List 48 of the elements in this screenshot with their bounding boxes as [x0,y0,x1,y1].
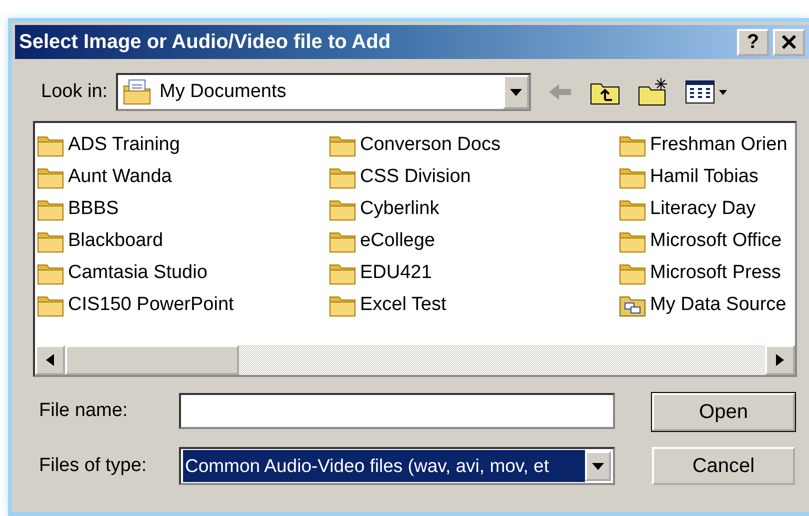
file-item[interactable]: BBBS [68,194,119,224]
file-item[interactable]: CSS Division [360,162,471,192]
left-triangle-icon [46,354,54,366]
dialog-button[interactable]: Open [652,393,795,431]
dropdown-arrow-button[interactable] [502,75,529,109]
file-item[interactable]: My Data Source [650,290,786,320]
new-folder-button[interactable] [636,77,669,107]
help-button[interactable]: ? [737,28,769,56]
file-item[interactable]: ADS Training [68,130,180,160]
look-in-value: My Documents [160,80,286,104]
file-item[interactable]: Converson Docs [360,130,500,160]
scroll-right-button[interactable] [765,345,795,375]
file-item[interactable]: CIS150 PowerPoint [68,290,234,320]
file-item[interactable]: Microsoft Press [650,258,781,288]
window-title: Select Image or Audio/Video file to Add [19,30,391,55]
file-item[interactable]: eCollege [360,226,435,256]
horizontal-scrollbar[interactable] [35,345,795,375]
view-menu-icon [684,79,729,105]
back-arrow-icon [546,82,573,102]
scrollbar-thumb[interactable] [65,345,239,375]
down-triangle-icon [592,462,604,470]
file-name-field[interactable] [179,393,615,429]
dropdown-arrow-button[interactable] [585,451,611,481]
down-triangle-icon [510,88,522,96]
look-in-dropdown[interactable]: My Documents [116,73,531,111]
file-item[interactable]: Camtasia Studio [68,258,208,288]
look-in-label: Look in: [41,80,108,104]
file-item[interactable]: Aunt Wanda [68,162,172,192]
close-button[interactable] [773,28,805,56]
file-item[interactable]: Hamil Tobias [650,162,758,192]
new-folder-icon [636,77,669,107]
file-name-label: File name: [39,398,129,423]
file-type-label: Files of type: [39,454,148,478]
file-item[interactable]: Excel Test [360,290,446,320]
file-item[interactable]: Literacy Day [650,194,756,224]
file-type-dropdown[interactable]: Common Audio-Video files (wav, avi, mov, et [179,447,615,485]
close-icon [781,34,797,50]
view-menu-button[interactable] [684,79,729,105]
right-triangle-icon [776,354,784,366]
file-item[interactable]: EDU421 [360,258,432,288]
file-type-value: Common Audio-Video files (wav, avi, mov, et [183,450,585,482]
documents-folder-icon [122,78,152,106]
dialog-button[interactable]: Cancel [652,447,795,485]
file-item[interactable]: Microsoft Office [650,226,782,256]
file-item[interactable]: Blackboard [68,226,164,256]
file-item[interactable]: Freshman Orien [650,130,788,160]
scroll-left-button[interactable] [35,345,65,375]
file-item[interactable]: Cyberlink [360,194,440,224]
